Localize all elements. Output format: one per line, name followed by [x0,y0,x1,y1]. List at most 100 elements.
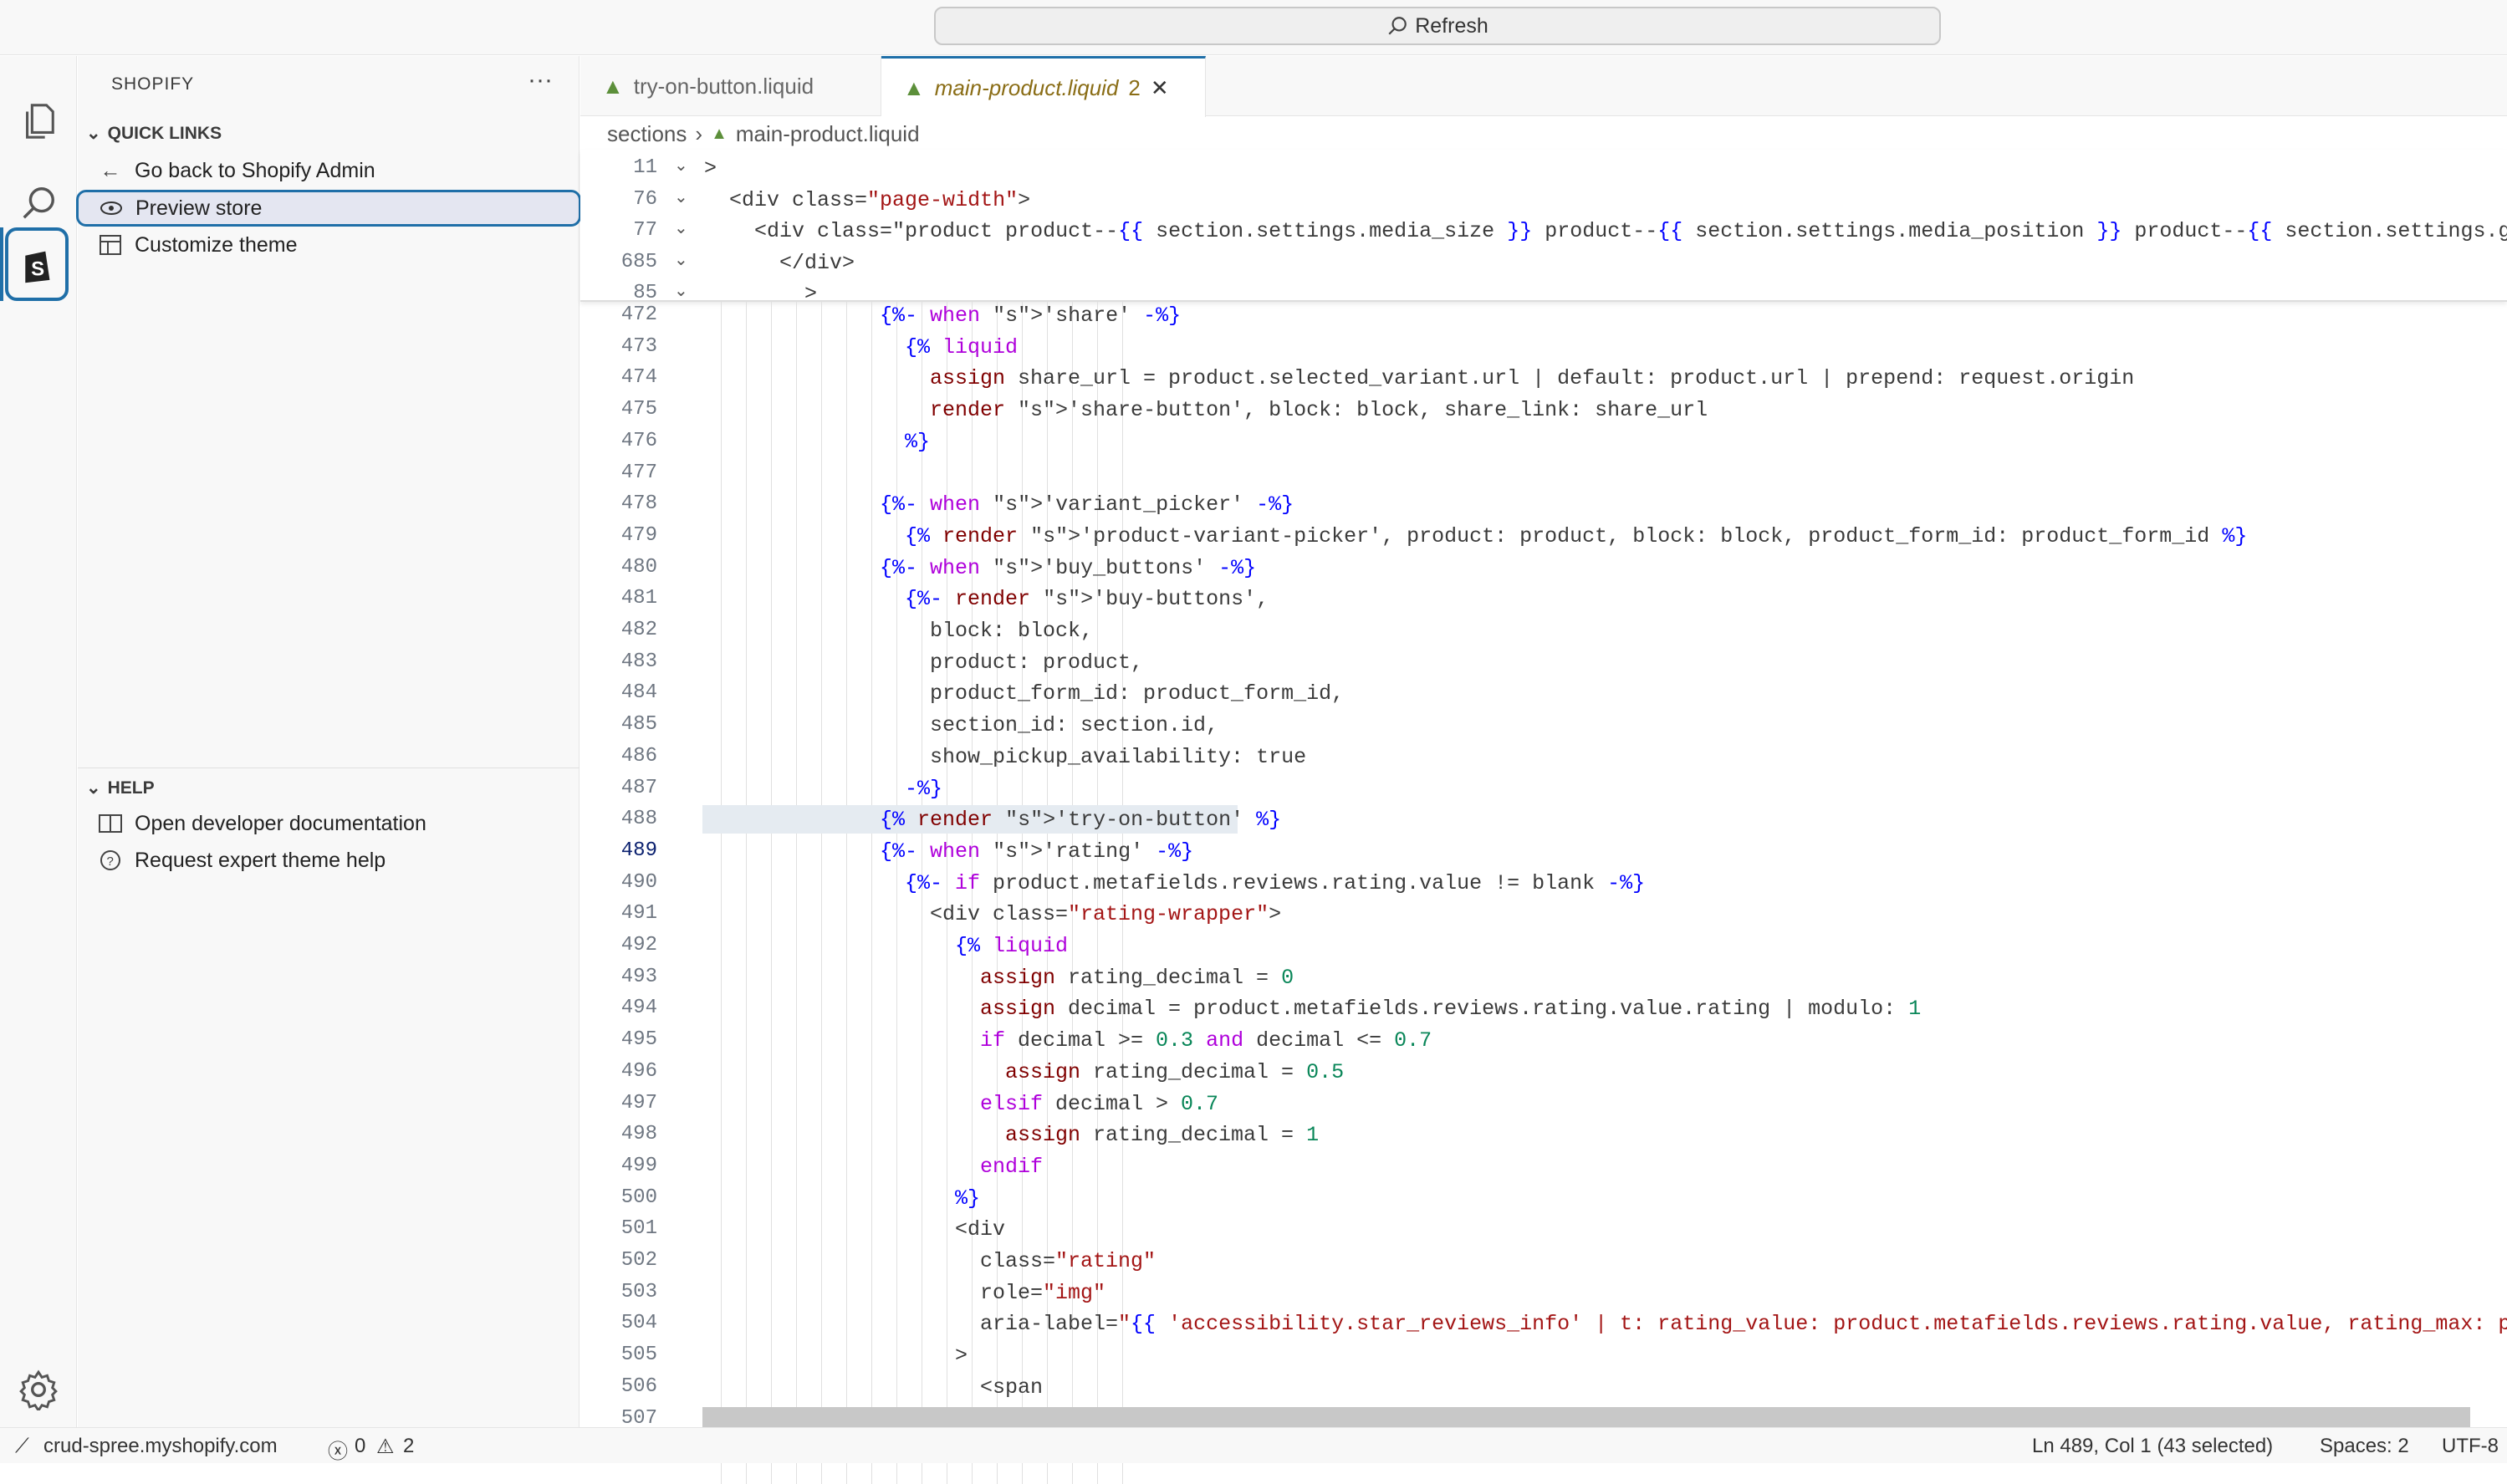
line-number: 472 [620,303,657,326]
sticky-code-line[interactable]: <div class="page-width"> [704,188,1030,212]
code-line[interactable]: render "s">'share-button', block: block,… [930,398,1708,422]
quick-link-customize-theme[interactable]: Customize theme [78,227,580,263]
sticky-code-line[interactable]: <div class="product product--{{ section.… [704,219,2507,243]
sticky-code-line[interactable]: > [704,156,717,181]
code-line[interactable]: {%- when "s">'variant_picker' -%} [880,492,1294,517]
line-number: 507 [620,1406,657,1430]
code-line[interactable]: <div class="rating-wrapper"> [930,902,1281,926]
fold-chevron-icon[interactable]: ⌄ [674,186,688,207]
line-number: 484 [620,681,657,705]
fold-chevron-icon[interactable]: ⌄ [674,217,688,238]
svg-text:?: ? [107,854,114,869]
code-line[interactable]: if decimal >= 0.3 and decimal <= 0.7 [980,1028,1432,1053]
code-line[interactable]: {%- when "s">'share' -%} [880,303,1181,328]
fold-chevron-icon[interactable]: ⌄ [674,155,688,176]
line-number: 475 [620,398,657,421]
line-number: 498 [620,1123,657,1146]
code-line[interactable]: elsif decimal > 0.7 [980,1092,1218,1116]
line-number: 481 [620,587,657,610]
code-line[interactable]: product: product, [930,650,1143,675]
code-line[interactable]: {% liquid [955,934,1068,958]
line-number: 496 [620,1059,657,1083]
line-number: 499 [620,1154,657,1177]
line-number: 485 [620,713,657,737]
code-line[interactable]: assign rating_decimal = 0 [980,966,1294,990]
line-number: 497 [620,1091,657,1114]
book-icon [96,813,125,834]
fold-chevron-icon[interactable]: ⌄ [674,249,688,270]
quick-links-header[interactable]: ⌄ QUICK LINKS [86,123,222,144]
line-number: 476 [620,429,657,452]
fold-chevron-icon[interactable]: ⌄ [674,280,688,301]
line-number: 489 [620,839,657,862]
title-bar: Refresh [0,0,2507,55]
search-icon[interactable] [7,171,70,235]
code-line[interactable]: product_form_id: product_form_id, [930,681,1344,706]
code-line[interactable]: <div [955,1217,1005,1242]
line-number: 488 [620,808,657,831]
code-line[interactable]: aria-label="{{ 'accessibility.star_revie… [980,1312,2507,1336]
sidebar-title: SHOPIFY [111,74,195,94]
indentation[interactable]: Spaces: 2 [2320,1435,2409,1458]
shopify-icon[interactable]: S [5,227,69,301]
code-line[interactable]: {%- if product.metafields.reviews.rating… [905,871,1645,895]
code-line[interactable]: {%- when "s">'rating' -%} [880,839,1193,864]
code-line[interactable]: show_pickup_availability: true [930,745,1306,769]
code-line[interactable]: endif [980,1155,1043,1179]
code-line[interactable]: {% liquid [905,335,1018,360]
gear-icon[interactable] [7,1358,70,1421]
editor: ▲ try-on-button.liquid ▲ main-product.li… [580,56,2507,1484]
code-area[interactable]: 472 {%- when "s">'share' -%} 473 {% liquid 4… [580,302,2507,1484]
close-icon[interactable]: ✕ [1151,75,1169,101]
refresh-label: Refresh [1415,13,1488,38]
code-line[interactable]: {% render "s">'product-variant-picker', … [905,524,2247,548]
line-number: 474 [620,366,657,390]
cursor-position[interactable]: Ln 489, Col 1 (43 selected) [2032,1435,2273,1458]
warning-count[interactable]: 2 [403,1435,414,1458]
code-line[interactable]: {% render "s">'try-on-button' %} [880,808,1281,832]
indent-guide [846,302,847,1484]
code-line[interactable]: assign rating_decimal = 1 [1005,1123,1319,1147]
remote-host[interactable]: crud-spree.myshopify.com [43,1435,278,1458]
code-line[interactable]: <span [980,1375,1043,1400]
tab-bar: ▲ try-on-button.liquid ▲ main-product.li… [580,56,2507,117]
code-line[interactable]: role="img" [980,1281,1105,1305]
code-line[interactable]: %} [955,1186,980,1211]
line-number: 11 [633,156,657,179]
code-line[interactable]: -%} [905,777,942,801]
refresh-icon [1388,17,1407,35]
code-line[interactable]: {%- when "s">'buy_buttons' -%} [880,556,1256,580]
line-number: 492 [620,934,657,956]
help-developer-docs[interactable]: Open developer documentation [78,805,580,842]
code-line[interactable]: {%- render "s">'buy-buttons', [905,587,1269,611]
tab-try-on-button[interactable]: ▲ try-on-button.liquid [580,56,881,116]
tab-main-product[interactable]: ▲ main-product.liquid 2 ✕ [881,56,1206,117]
code-line[interactable]: assign decimal = product.metafields.revi… [980,997,1921,1021]
line-number: 486 [620,744,657,767]
sticky-code-line[interactable]: </div> [704,251,855,275]
breadcrumb-file[interactable]: main-product.liquid [736,121,920,147]
refresh-button[interactable]: Refresh [934,7,1941,45]
error-count[interactable]: 0 [355,1435,365,1458]
layout-icon [96,235,125,255]
encoding[interactable]: UTF-8 [2442,1435,2499,1458]
code-line[interactable]: assign share_url = product.selected_vari… [930,366,2134,390]
code-line[interactable]: %} [905,430,930,454]
breadcrumb-folder[interactable]: sections [607,121,687,147]
help-header[interactable]: ⌄ HELP [86,778,155,798]
activity-bar: S [0,56,77,1427]
quick-link-preview-store[interactable]: Preview store [76,190,581,227]
line-number: 504 [620,1312,657,1335]
code-line[interactable]: class="rating" [980,1249,1156,1273]
code-line[interactable]: > [955,1344,968,1368]
horizontal-scrollbar[interactable] [702,1407,2470,1427]
explorer-icon[interactable] [7,89,70,153]
code-line[interactable]: block: block, [930,619,1093,643]
indent-guide [796,302,797,1484]
quick-link-admin[interactable]: ← Go back to Shopify Admin [78,152,580,189]
code-line[interactable]: section_id: section.id, [930,713,1218,737]
code-line[interactable]: assign rating_decimal = 0.5 [1005,1060,1344,1084]
line-number: 487 [620,776,657,799]
help-expert[interactable]: ? Request expert theme help [78,842,580,879]
more-actions-icon[interactable]: ··· [528,66,553,94]
